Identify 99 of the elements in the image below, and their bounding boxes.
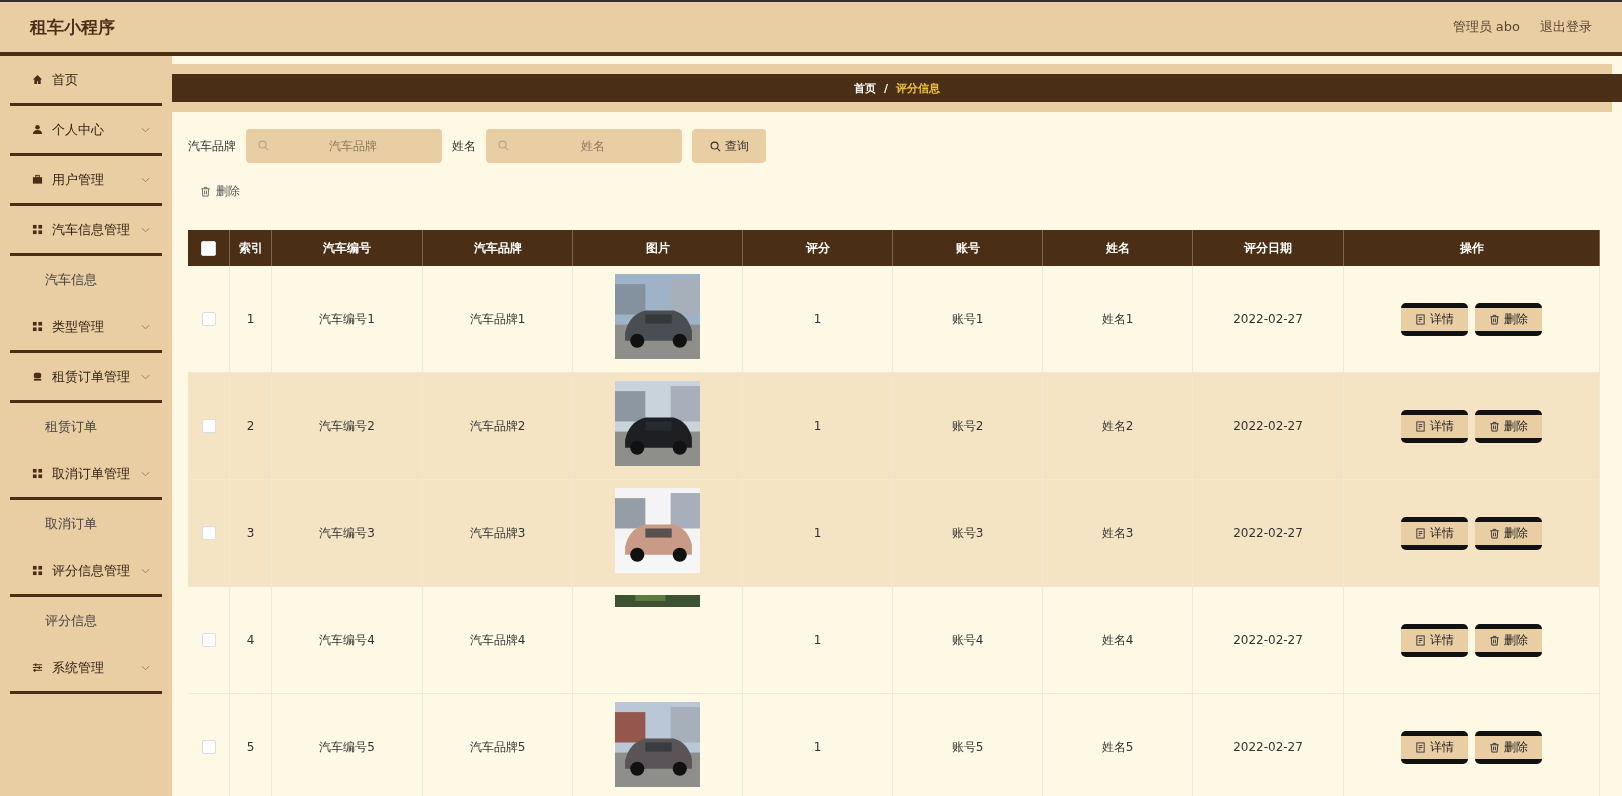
search-icon bbox=[709, 140, 721, 152]
document-icon bbox=[1415, 634, 1426, 646]
table-cell: 1 bbox=[813, 312, 822, 326]
details-button[interactable]: 详情 bbox=[1401, 516, 1468, 550]
table-cell: 汽车品牌4 bbox=[469, 631, 526, 649]
submenu-item[interactable]: 取消订单 bbox=[10, 500, 162, 547]
trash-icon bbox=[1489, 527, 1500, 539]
delete-button[interactable]: 删除 bbox=[192, 177, 248, 206]
table-cell: 2022-02-27 bbox=[1233, 312, 1303, 326]
submenu-item[interactable]: 汽车信息 bbox=[10, 256, 162, 303]
menu-item[interactable]: 个人中心 bbox=[10, 106, 162, 156]
logout-link[interactable]: 退出登录 bbox=[1540, 18, 1592, 36]
table-cell: 2 bbox=[246, 419, 255, 433]
table-cell: 账号4 bbox=[951, 631, 984, 649]
delete-button[interactable]: 删除 bbox=[1475, 409, 1542, 443]
table-cell: 姓名5 bbox=[1101, 738, 1134, 756]
table-cell: 2022-02-27 bbox=[1233, 740, 1303, 754]
details-button[interactable]: 详情 bbox=[1401, 302, 1468, 336]
row-checkbox[interactable] bbox=[201, 740, 216, 754]
breadcrumb-link[interactable]: 首页 bbox=[854, 80, 876, 96]
table-cell: 账号3 bbox=[951, 524, 984, 542]
table-cell: 汽车品牌1 bbox=[469, 310, 526, 328]
table-cell: 1 bbox=[813, 419, 822, 433]
document-icon bbox=[1415, 741, 1426, 753]
table-cell: 2022-02-27 bbox=[1233, 419, 1303, 433]
menu-item[interactable]: 类型管理 bbox=[10, 303, 162, 353]
table-cell: 2022-02-27 bbox=[1233, 633, 1303, 647]
table-cell: 姓名4 bbox=[1101, 631, 1134, 649]
table-cell: 1 bbox=[813, 633, 822, 647]
case-icon bbox=[32, 174, 43, 185]
table-cell: 汽车品牌2 bbox=[469, 417, 526, 435]
document-icon bbox=[1415, 527, 1426, 539]
grid-icon bbox=[32, 224, 43, 235]
menu-item[interactable]: 评分信息管理 bbox=[10, 547, 162, 597]
sliders-icon bbox=[32, 662, 43, 673]
breadcrumb-separator: / bbox=[884, 81, 888, 95]
field-label: 姓名 bbox=[452, 137, 476, 155]
search-icon bbox=[498, 140, 509, 151]
grid-icon bbox=[32, 321, 43, 332]
table-cell: 1 bbox=[813, 526, 822, 540]
trash-icon bbox=[1489, 313, 1500, 325]
menu-item[interactable]: 取消订单管理 bbox=[10, 450, 162, 500]
delete-button[interactable]: 删除 bbox=[1475, 302, 1542, 336]
table-cell: 姓名1 bbox=[1101, 310, 1134, 328]
search-field[interactable]: 姓名 bbox=[486, 129, 682, 163]
table-cell: 汽车编号3 bbox=[319, 524, 375, 542]
field-label: 汽车品牌 bbox=[188, 137, 236, 155]
table-cell: 账号5 bbox=[951, 738, 984, 756]
seat-icon bbox=[32, 371, 43, 382]
table-cell: 账号2 bbox=[951, 417, 984, 435]
table-cell: 4 bbox=[246, 633, 255, 647]
trash-icon bbox=[1489, 634, 1500, 646]
select-all-checkbox[interactable] bbox=[201, 240, 216, 256]
document-icon bbox=[1415, 313, 1426, 325]
grid-icon bbox=[32, 565, 43, 576]
delete-button[interactable]: 删除 bbox=[1475, 623, 1542, 657]
app-title: 租车小程序 bbox=[30, 15, 115, 39]
breadcrumb-link[interactable]: 评分信息 bbox=[896, 80, 940, 96]
table-cell: 姓名3 bbox=[1101, 524, 1134, 542]
trash-icon bbox=[1489, 741, 1500, 753]
user-icon bbox=[32, 124, 43, 135]
row-checkbox[interactable] bbox=[201, 419, 216, 433]
table-cell: 账号1 bbox=[951, 310, 984, 328]
table-cell: 1 bbox=[246, 312, 255, 326]
table-cell: 汽车编号4 bbox=[319, 631, 375, 649]
delete-button[interactable]: 删除 bbox=[1475, 730, 1542, 764]
grid-icon bbox=[32, 468, 43, 479]
row-checkbox[interactable] bbox=[201, 526, 216, 540]
row-checkbox[interactable] bbox=[201, 312, 216, 326]
details-button[interactable]: 详情 bbox=[1401, 409, 1468, 443]
trash-icon bbox=[1489, 420, 1500, 432]
table-cell: 汽车编号1 bbox=[319, 310, 375, 328]
home-icon bbox=[32, 74, 43, 85]
search-field[interactable]: 汽车品牌 bbox=[246, 129, 442, 163]
table-cell: 汽车品牌5 bbox=[469, 738, 526, 756]
document-icon bbox=[1415, 420, 1426, 432]
delete-button[interactable]: 删除 bbox=[1475, 516, 1542, 550]
submenu-item[interactable]: 租赁订单 bbox=[10, 403, 162, 450]
menu-item[interactable]: 租赁订单管理 bbox=[10, 353, 162, 403]
menu-item[interactable]: 首页 bbox=[10, 56, 162, 106]
trash-icon bbox=[200, 186, 211, 197]
details-button[interactable]: 详情 bbox=[1401, 730, 1468, 764]
table-cell: 汽车编号5 bbox=[319, 738, 375, 756]
details-button[interactable]: 详情 bbox=[1401, 623, 1468, 657]
submenu-item[interactable]: 评分信息 bbox=[10, 597, 162, 644]
table-cell: 姓名2 bbox=[1101, 417, 1134, 435]
table-cell: 汽车编号2 bbox=[319, 417, 375, 435]
table-cell: 汽车品牌3 bbox=[469, 524, 526, 542]
menu-item[interactable]: 用户管理 bbox=[10, 156, 162, 206]
table-cell: 2022-02-27 bbox=[1233, 526, 1303, 540]
row-checkbox[interactable] bbox=[201, 633, 216, 647]
admin-user: 管理员 abo bbox=[1452, 18, 1520, 36]
menu-item[interactable]: 系统管理 bbox=[10, 644, 162, 694]
search-icon bbox=[258, 140, 269, 151]
menu-item[interactable]: 汽车信息管理 bbox=[10, 206, 162, 256]
table-cell: 5 bbox=[246, 740, 255, 754]
search-button[interactable]: 查询 bbox=[692, 129, 766, 163]
table-cell: 1 bbox=[813, 740, 822, 754]
table-cell: 3 bbox=[246, 526, 255, 540]
